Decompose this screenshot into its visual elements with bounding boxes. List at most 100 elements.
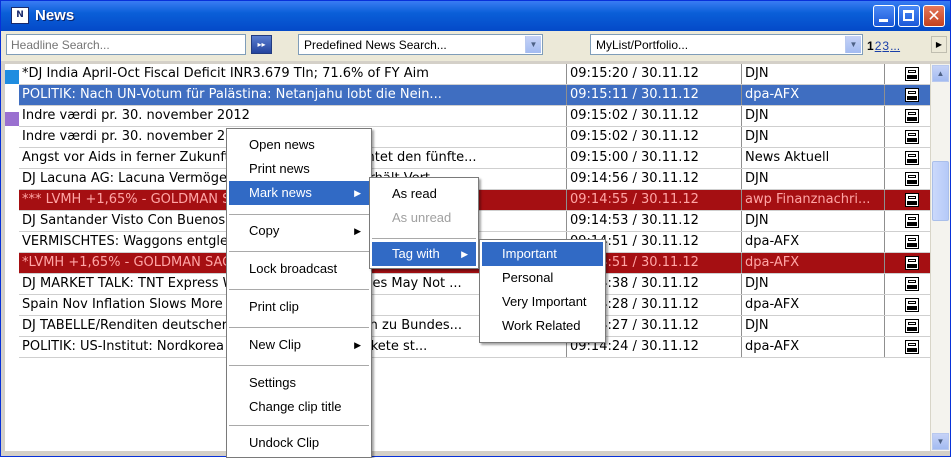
page-more-link[interactable]: ... bbox=[890, 39, 900, 53]
menu-undock-clip[interactable]: Undock Clip bbox=[229, 431, 369, 455]
source-cell: DJN bbox=[742, 274, 885, 294]
table-row[interactable]: Angst vor Aids in ferner Zukunft: Jeder … bbox=[19, 148, 930, 169]
print-cell bbox=[885, 64, 930, 84]
menu-print-clip[interactable]: Print clip bbox=[229, 295, 369, 319]
printer-icon[interactable] bbox=[905, 319, 919, 333]
time-cell: 09:14:53 / 30.11.12 bbox=[567, 211, 742, 231]
headline-search-input[interactable] bbox=[6, 34, 246, 55]
table-row[interactable]: Indre værdi pr. 30. november 2012 09:15:0… bbox=[19, 106, 930, 127]
table-row[interactable]: DJ TABELLE/Renditen deutscher Anleihen u… bbox=[19, 316, 930, 337]
scroll-thumb[interactable] bbox=[932, 161, 949, 221]
chevron-down-icon[interactable]: ▼ bbox=[845, 36, 861, 53]
print-cell bbox=[885, 253, 930, 273]
menu-tag-important[interactable]: Important bbox=[482, 242, 603, 266]
menu-copy-label: Copy bbox=[249, 223, 280, 238]
news-app-icon: N bbox=[11, 7, 29, 24]
close-icon: ✕ bbox=[927, 6, 941, 25]
printer-icon[interactable] bbox=[905, 256, 919, 270]
source-cell: News Aktuell bbox=[742, 148, 885, 168]
submenu-arrow-icon: ▶ bbox=[354, 226, 361, 236]
printer-icon[interactable] bbox=[905, 193, 919, 207]
page-nav: 123... bbox=[867, 39, 901, 53]
source-cell: dpa-AFX bbox=[742, 85, 885, 105]
time-cell: 09:15:02 / 30.11.12 bbox=[567, 127, 742, 147]
source-cell: DJN bbox=[742, 169, 885, 189]
minimize-icon bbox=[879, 19, 888, 22]
menu-separator bbox=[229, 365, 369, 366]
source-cell: DJN bbox=[742, 211, 885, 231]
menu-print-news[interactable]: Print news bbox=[229, 157, 369, 181]
table-row[interactable]: Spain Nov Inflation Slows More Than Expe… bbox=[19, 295, 930, 316]
printer-icon[interactable] bbox=[905, 277, 919, 291]
source-cell: DJN bbox=[742, 106, 885, 126]
menu-new-clip[interactable]: New Clip ▶ bbox=[229, 333, 369, 357]
printer-icon[interactable] bbox=[905, 109, 919, 123]
page-2-link[interactable]: 2 bbox=[875, 39, 882, 53]
print-cell bbox=[885, 85, 930, 105]
menu-tag-work-related[interactable]: Work Related bbox=[482, 314, 603, 338]
source-cell: dpa-AFX bbox=[742, 337, 885, 357]
printer-icon[interactable] bbox=[905, 298, 919, 312]
printer-icon[interactable] bbox=[905, 151, 919, 165]
submenu-arrow-icon: ▶ bbox=[354, 188, 361, 198]
search-go-button[interactable]: ▸▸ bbox=[251, 35, 272, 54]
printer-icon[interactable] bbox=[905, 67, 919, 81]
menu-separator bbox=[229, 251, 369, 252]
print-cell bbox=[885, 337, 930, 357]
page-next-button[interactable]: ▶ bbox=[931, 36, 947, 53]
menu-separator bbox=[229, 327, 369, 328]
printer-icon[interactable] bbox=[905, 340, 919, 354]
menu-as-unread: As unread bbox=[392, 210, 452, 225]
menu-settings[interactable]: Settings bbox=[229, 371, 369, 395]
menu-tag-very-important[interactable]: Very Important bbox=[482, 290, 603, 314]
time-cell: 09:15:02 / 30.11.12 bbox=[567, 106, 742, 126]
print-cell bbox=[885, 106, 930, 126]
menu-copy[interactable]: Copy ▶ bbox=[229, 219, 369, 243]
table-row[interactable]: *DJ India April-Oct Fiscal Deficit INR3.… bbox=[19, 64, 930, 85]
printer-icon[interactable] bbox=[905, 214, 919, 228]
page-1-link[interactable]: 1 bbox=[867, 39, 874, 53]
source-cell: DJN bbox=[742, 127, 885, 147]
table-row[interactable]: Indre værdi pr. 30. november 2012 09:15:0… bbox=[19, 127, 930, 148]
page-3-link[interactable]: 3 bbox=[882, 39, 889, 53]
source-cell: DJN bbox=[742, 64, 885, 84]
maximize-button[interactable] bbox=[898, 5, 920, 27]
vertical-scrollbar[interactable]: ▲ ▼ bbox=[930, 64, 950, 451]
menu-change-clip-title[interactable]: Change clip title bbox=[229, 395, 369, 419]
scroll-down-icon[interactable]: ▼ bbox=[932, 433, 949, 450]
scroll-up-icon[interactable]: ▲ bbox=[932, 65, 949, 82]
menu-tag-personal[interactable]: Personal bbox=[482, 266, 603, 290]
menu-as-read[interactable]: As read bbox=[372, 182, 476, 206]
headline-cell: POLITIK: Nach UN-Votum für Palästina: Ne… bbox=[19, 85, 567, 105]
menu-separator bbox=[229, 425, 369, 426]
chevron-down-icon[interactable]: ▼ bbox=[525, 36, 541, 53]
printer-icon[interactable] bbox=[905, 235, 919, 249]
menu-new-clip-label: New Clip bbox=[249, 337, 302, 352]
menu-mark-news[interactable]: Mark news ▶ bbox=[229, 181, 369, 205]
source-cell: awp Finanznachri... bbox=[742, 190, 885, 210]
menu-mark-news-label: Mark news bbox=[249, 185, 312, 200]
maximize-icon bbox=[903, 10, 914, 21]
print-cell bbox=[885, 316, 930, 336]
menu-separator bbox=[229, 289, 369, 290]
submenu-arrow-icon: ▶ bbox=[461, 249, 468, 259]
table-row[interactable]: POLITIK: Nach UN-Votum für Palästina: Ne… bbox=[19, 85, 930, 106]
minimize-button[interactable] bbox=[873, 5, 895, 27]
mylist-select[interactable]: MyList/Portfolio... ▼ bbox=[590, 34, 863, 55]
close-button[interactable]: ✕ bbox=[923, 5, 945, 27]
title-bar[interactable]: N News ✕ bbox=[1, 1, 950, 31]
time-cell: 09:14:55 / 30.11.12 bbox=[567, 190, 742, 210]
submenu-arrow-icon: ▶ bbox=[354, 340, 361, 350]
menu-lock-broadcast[interactable]: Lock broadcast bbox=[229, 257, 369, 281]
mylist-value: MyList/Portfolio... bbox=[596, 38, 689, 52]
menu-open-news[interactable]: Open news bbox=[229, 133, 369, 157]
printer-icon[interactable] bbox=[905, 130, 919, 144]
context-menu: Open news Print news Mark news ▶ Copy ▶ Lo… bbox=[226, 128, 372, 458]
table-row[interactable]: POLITIK: US-Institut: Nordkorea testet L… bbox=[19, 337, 930, 358]
table-row[interactable]: DJ MARKET TALK: TNT Express Wilson Medic… bbox=[19, 274, 930, 295]
tag-with-submenu: Important Personal Very Important Work R… bbox=[479, 239, 606, 343]
predefined-search-select[interactable]: Predefined News Search... ▼ bbox=[298, 34, 543, 55]
printer-icon[interactable] bbox=[905, 172, 919, 186]
printer-icon[interactable] bbox=[905, 88, 919, 102]
menu-tag-with[interactable]: Tag with ▶ bbox=[372, 242, 476, 266]
